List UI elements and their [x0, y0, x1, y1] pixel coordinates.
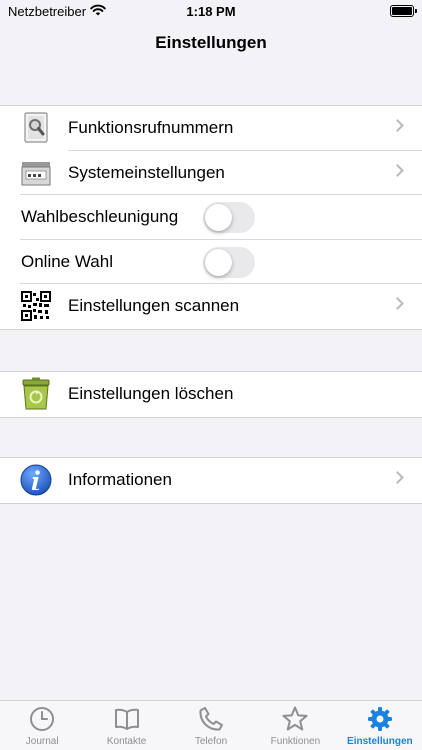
tab-label: Journal	[25, 736, 59, 747]
row-label: Systemeinstellungen	[68, 162, 225, 182]
phone-system-icon	[20, 157, 52, 189]
tab-label: Telefon	[194, 736, 228, 747]
settings-group-info: Informationen	[0, 457, 422, 504]
book-icon	[114, 708, 139, 730]
battery-icon	[390, 5, 417, 17]
row-systemeinstellungen[interactable]: Systemeinstellungen	[0, 151, 422, 196]
tab-journal[interactable]: Journal	[0, 701, 84, 750]
row-label: Einstellungen löschen	[68, 384, 234, 403]
row-label: Einstellungen scannen	[68, 296, 240, 315]
chevron-right-icon	[391, 297, 404, 310]
row-einstellungen-loeschen[interactable]: Einstellungen löschen	[0, 372, 422, 417]
document-search-icon	[20, 112, 52, 144]
clock-icon	[30, 707, 55, 731]
row-einstellungen-scannen[interactable]: Einstellungen scannen	[0, 284, 422, 329]
wahlbeschleunigung-toggle[interactable]	[203, 202, 255, 233]
row-label: Wahlbeschleunigung	[21, 207, 179, 226]
row-funktionsrufnummern[interactable]: Funktionsrufnummern	[0, 106, 422, 151]
status-time: 1:18 PM	[186, 4, 236, 19]
online-wahl-toggle[interactable]	[203, 246, 255, 278]
page-title: Einstellungen	[155, 33, 267, 52]
settings-group-main: Funktionsrufnummern Systemeinstellungen …	[0, 105, 422, 330]
tab-label: Funktionen	[270, 736, 321, 747]
gear-icon	[367, 707, 392, 731]
chevron-right-icon	[391, 119, 404, 132]
settings-group-delete: Einstellungen löschen	[0, 371, 422, 418]
row-label: Funktionsrufnummern	[68, 118, 234, 137]
row-online-wahl: Online Wahl	[0, 240, 422, 285]
row-label: Online Wahl	[21, 251, 113, 271]
row-informationen[interactable]: Informationen	[0, 458, 422, 503]
tab-telefon[interactable]: Telefon	[169, 701, 253, 750]
tab-bar: Journal Kontakte Telefon Funktionen Eins…	[0, 700, 422, 750]
info-icon	[20, 464, 52, 496]
status-bar: Netzbetreiber 1:18 PM	[0, 0, 422, 24]
tab-kontakte[interactable]: Kontakte	[84, 701, 168, 750]
trash-icon	[20, 377, 52, 410]
row-wahlbeschleunigung: Wahlbeschleunigung	[0, 195, 422, 240]
tab-label: Kontakte	[106, 736, 147, 747]
tab-einstellungen[interactable]: Einstellungen	[338, 701, 422, 750]
chevron-right-icon	[391, 471, 404, 484]
phone-icon	[199, 707, 224, 731]
chevron-right-icon	[391, 163, 404, 177]
star-icon	[282, 706, 309, 731]
tab-funktionen[interactable]: Funktionen	[253, 701, 337, 750]
qr-code-icon	[20, 290, 52, 322]
tab-label: Einstellungen	[347, 736, 413, 747]
row-label: Informationen	[68, 470, 172, 489]
